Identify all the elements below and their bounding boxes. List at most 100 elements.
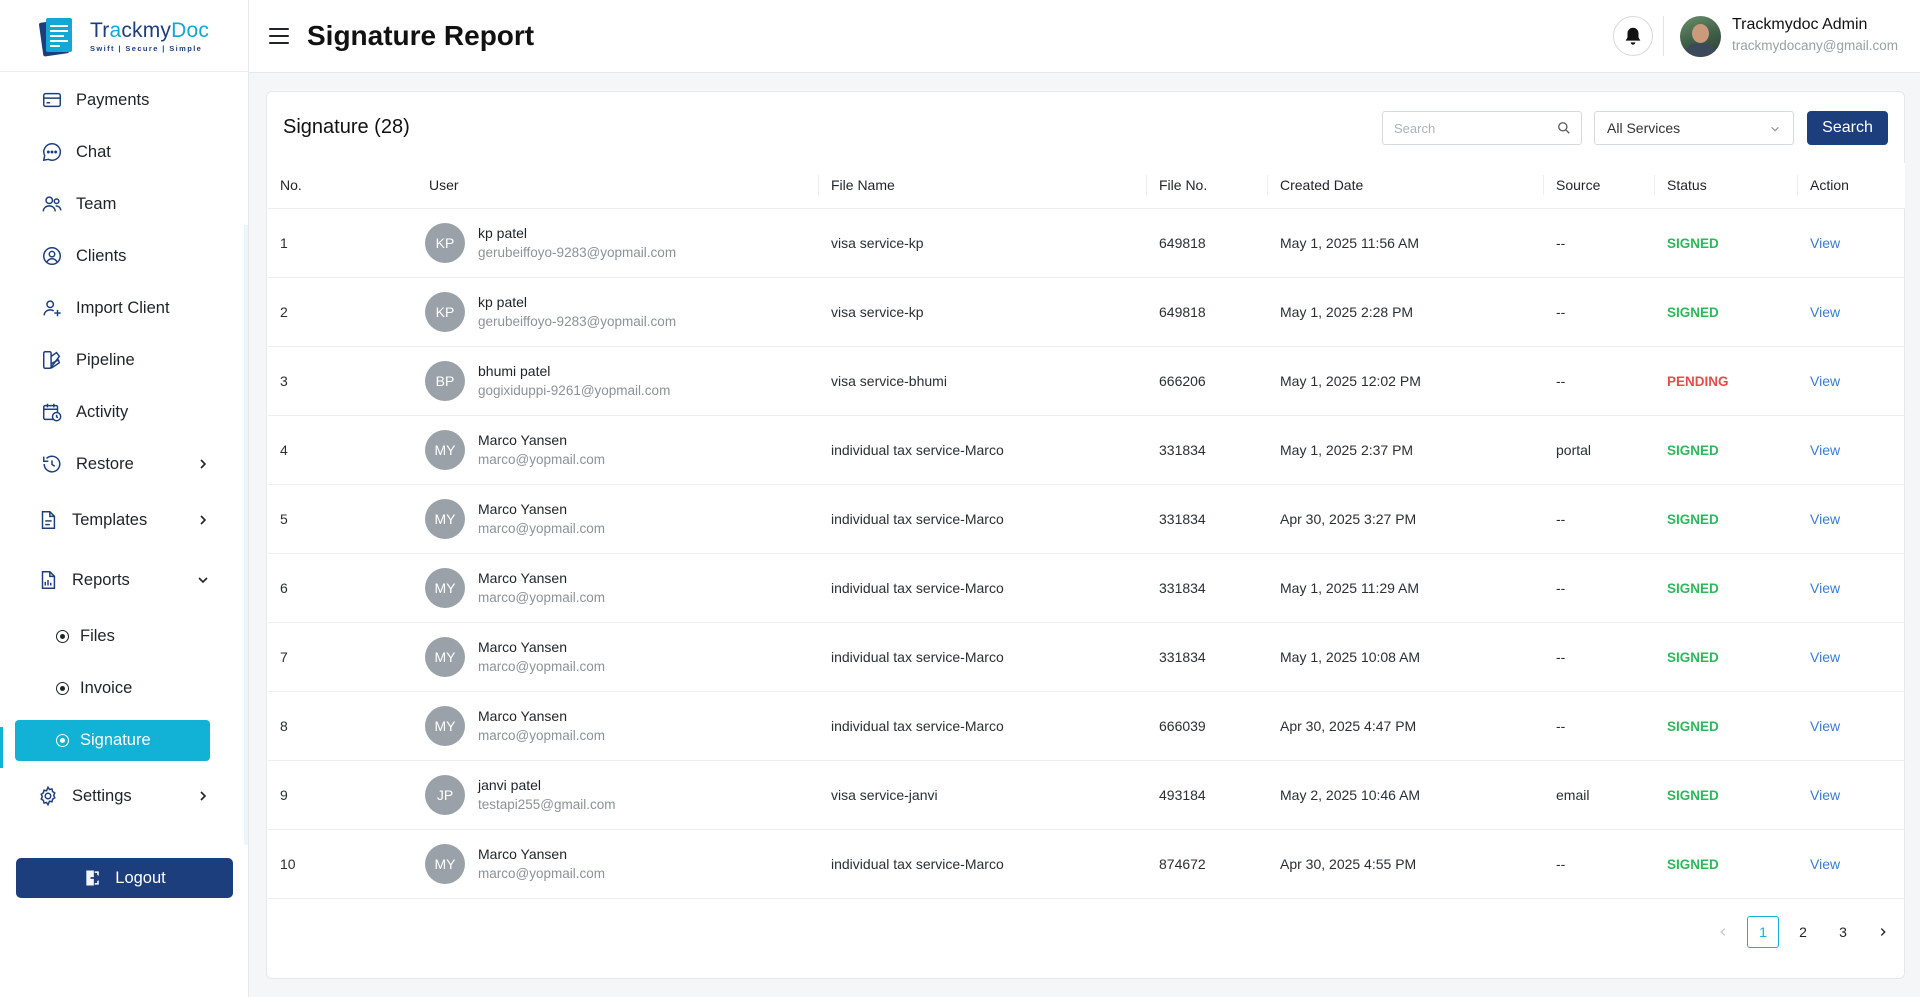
view-link[interactable]: View	[1810, 718, 1840, 734]
chevron-down-icon	[198, 577, 208, 584]
chevron-right-icon	[200, 791, 207, 801]
sidebar-item-chat[interactable]: Chat	[0, 126, 248, 178]
chevron-right-icon	[1880, 928, 1886, 936]
cell-file-name: individual tax service-Marco	[831, 441, 1004, 458]
cell-source: --	[1556, 855, 1566, 872]
search-button[interactable]: Search	[1807, 111, 1888, 145]
logout-button[interactable]: Logout	[16, 858, 233, 898]
column-header-status[interactable]: Status	[1655, 163, 1798, 209]
cell-file-no: 649818	[1159, 303, 1206, 320]
cell-action: View	[1798, 829, 1905, 898]
view-link[interactable]: View	[1810, 511, 1840, 527]
status-badge: PENDING	[1667, 373, 1729, 389]
avatar[interactable]	[1680, 16, 1721, 57]
status-badge: SIGNED	[1667, 580, 1719, 596]
sidebar-item-payments[interactable]: Payments	[0, 74, 248, 126]
table-row[interactable]: 6 MY Marco Yansen marco@yopmail.com indi…	[268, 553, 1905, 622]
header-divider	[1663, 16, 1664, 56]
cell-file-name: visa service-kp	[831, 303, 924, 320]
cell-action: View	[1798, 208, 1905, 277]
radio-dot-icon	[56, 629, 69, 643]
view-link[interactable]: View	[1810, 649, 1840, 665]
search-input[interactable]	[1383, 112, 1543, 144]
sidebar-subitem-invoice[interactable]: Invoice	[0, 662, 248, 714]
brand-logo[interactable]: TrackmyDoc Swift | Secure | Simple	[0, 0, 248, 72]
menu-toggle-icon[interactable]	[269, 28, 289, 44]
cell-source: --	[1556, 234, 1566, 251]
service-filter-select[interactable]: All Services	[1594, 111, 1794, 145]
view-link[interactable]: View	[1810, 856, 1840, 872]
prev-page-button[interactable]	[1707, 916, 1739, 948]
document-icon	[36, 508, 60, 532]
radio-dot-icon	[56, 681, 69, 695]
view-link[interactable]: View	[1810, 580, 1840, 596]
column-header-action[interactable]: Action	[1798, 163, 1905, 209]
page-button-1[interactable]: 1	[1747, 916, 1779, 948]
sidebar-subitem-label: Files	[80, 626, 115, 645]
sidebar-subitem-signature[interactable]: Signature	[15, 720, 210, 761]
user-email-text: testapi255@gmail.com	[478, 797, 616, 812]
cell-user: MY Marco Yansen marco@yopmail.com	[349, 553, 819, 622]
column-header-created-date[interactable]: Created Date	[1268, 163, 1544, 209]
sidebar-item-import-client[interactable]: Import Client	[0, 282, 248, 334]
credit-card-icon	[40, 88, 64, 112]
sidebar-subitem-label: Signature	[80, 731, 151, 749]
sidebar-scrollbar[interactable]	[244, 225, 248, 845]
cell-no: 1	[280, 234, 288, 251]
table-row[interactable]: 5 MY Marco Yansen marco@yopmail.com indi…	[268, 484, 1905, 553]
cell-action: View	[1798, 415, 1905, 484]
column-header-file-name[interactable]: File Name	[819, 163, 1147, 209]
sidebar: TrackmyDoc Swift | Secure | Simple Payme…	[0, 0, 249, 997]
sidebar-item-label: Settings	[72, 786, 132, 805]
cell-created-date: May 1, 2025 10:08 AM	[1280, 648, 1421, 665]
table-row[interactable]: 8 MY Marco Yansen marco@yopmail.com indi…	[268, 691, 1905, 760]
user-name-text: janvi patel	[478, 777, 542, 793]
cell-created-date: Apr 30, 2025 4:47 PM	[1280, 717, 1417, 734]
view-link[interactable]: View	[1810, 787, 1840, 803]
view-link[interactable]: View	[1810, 373, 1840, 389]
status-badge: SIGNED	[1667, 442, 1719, 458]
user-name-text: Marco Yansen	[478, 570, 567, 586]
view-link[interactable]: View	[1810, 304, 1840, 320]
view-link[interactable]: View	[1810, 235, 1840, 251]
notifications-button[interactable]	[1613, 16, 1653, 56]
bell-icon	[1625, 27, 1641, 45]
page-button-2[interactable]: 2	[1787, 916, 1819, 948]
page-button-3[interactable]: 3	[1827, 916, 1859, 948]
view-link[interactable]: View	[1810, 442, 1840, 458]
table-row[interactable]: 3 BP bhumi patel gogixiduppi-9261@yopmai…	[268, 346, 1905, 415]
cell-file-name: individual tax service-Marco	[831, 579, 1004, 596]
table-row[interactable]: 1 KP kp patel gerubeiffoyo-9283@yopmail.…	[268, 208, 1905, 277]
sidebar-subitem-files[interactable]: Files	[0, 610, 248, 662]
table-row[interactable]: 7 MY Marco Yansen marco@yopmail.com indi…	[268, 622, 1905, 691]
next-page-button[interactable]	[1867, 916, 1899, 948]
cell-file-name: visa service-janvi	[831, 786, 938, 803]
sidebar-item-activity[interactable]: Activity	[0, 386, 248, 438]
sidebar-item-team[interactable]: Team	[0, 178, 248, 230]
search-icon[interactable]	[1557, 121, 1571, 135]
sidebar-item-templates[interactable]: Templates	[0, 490, 248, 550]
chevron-down-icon	[1771, 126, 1779, 132]
page-title: Signature Report	[307, 20, 535, 51]
user-name-text: Marco Yansen	[478, 846, 567, 862]
table-row[interactable]: 10 MY Marco Yansen marco@yopmail.com ind…	[268, 829, 1905, 898]
column-header-user[interactable]: User	[349, 163, 819, 209]
sidebar-item-pipeline[interactable]: Pipeline	[0, 334, 248, 386]
sidebar-item-reports[interactable]: Reports	[0, 550, 248, 610]
user-name-text: Marco Yansen	[478, 501, 567, 517]
table-row[interactable]: 2 KP kp patel gerubeiffoyo-9283@yopmail.…	[268, 277, 1905, 346]
table-row[interactable]: 9 JP janvi patel testapi255@gmail.com vi…	[268, 760, 1905, 829]
sidebar-item-clients[interactable]: Clients	[0, 230, 248, 282]
user-initials-avatar: BP	[425, 360, 465, 401]
column-header-file-no[interactable]: File No.	[1147, 163, 1268, 209]
cell-status: SIGNED	[1655, 829, 1798, 898]
column-header-source[interactable]: Source	[1544, 163, 1655, 209]
sidebar-item-restore[interactable]: Restore	[0, 438, 248, 490]
status-badge: SIGNED	[1667, 235, 1719, 251]
table-row[interactable]: 4 MY Marco Yansen marco@yopmail.com indi…	[268, 415, 1905, 484]
cell-status: SIGNED	[1655, 277, 1798, 346]
cell-user: JP janvi patel testapi255@gmail.com	[349, 760, 819, 829]
column-header-no[interactable]: No.	[268, 163, 349, 209]
sidebar-item-settings[interactable]: Settings	[0, 766, 248, 826]
cell-created-date: May 2, 2025 10:46 AM	[1280, 786, 1421, 803]
